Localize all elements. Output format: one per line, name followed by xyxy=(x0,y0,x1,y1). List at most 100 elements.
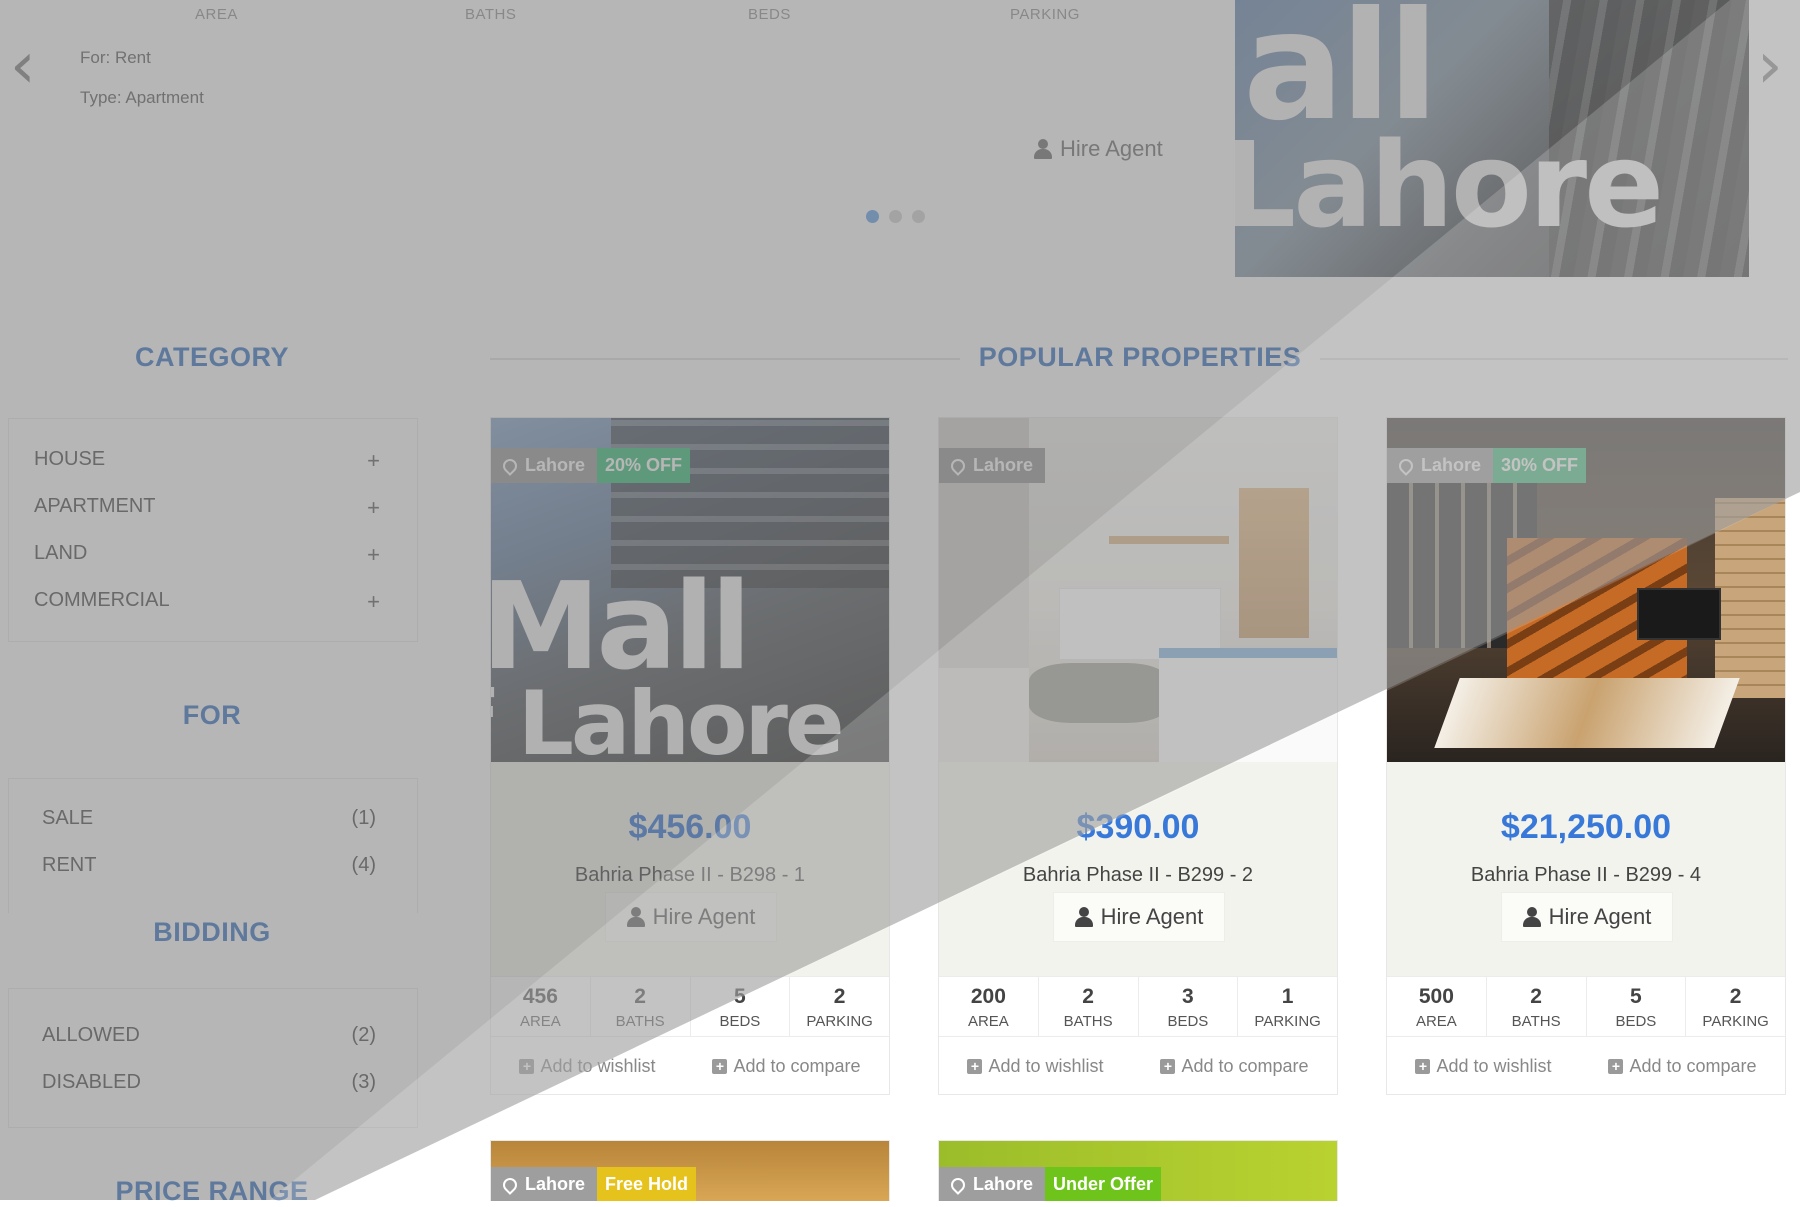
slider-pagination xyxy=(866,210,925,223)
add-to-compare-link[interactable]: + Add to compare xyxy=(1608,1055,1757,1077)
property-name[interactable]: Bahria Phase II - B298 - 1 xyxy=(491,864,889,887)
property-specs: 456 AREA 2 BATHS 5 BEDS 2 PARKING xyxy=(491,976,889,1037)
property-image[interactable]: Lahore Free Hold xyxy=(491,1141,889,1201)
plus-square-icon: + xyxy=(712,1058,728,1074)
for-item-rent[interactable]: RENT (4) xyxy=(42,854,376,877)
spec-value: 2 xyxy=(1729,985,1742,1008)
status-badge: Under Offer xyxy=(1045,1167,1162,1201)
bidding-label: DISABLED xyxy=(42,1071,141,1093)
location-label: Lahore xyxy=(525,455,586,475)
category-item-apartment[interactable]: APARTMENT + xyxy=(34,495,380,521)
slider-hire-agent-button[interactable]: Hire Agent xyxy=(1034,136,1163,162)
spec-label: BATHS xyxy=(1063,1013,1113,1030)
plus-icon[interactable]: + xyxy=(367,495,380,521)
property-price: $21,250.00 xyxy=(1500,808,1672,846)
spec-area: 500 AREA xyxy=(1387,977,1487,1037)
compare-label: Add to compare xyxy=(1629,1055,1757,1076)
for-label: RENT xyxy=(42,854,97,876)
plus-square-icon: + xyxy=(1415,1058,1431,1074)
spec-value: 5 xyxy=(734,985,746,1008)
add-to-wishlist-link[interactable]: + Add to wishlist xyxy=(1415,1056,1552,1077)
for-item-sale[interactable]: SALE (1) xyxy=(42,807,376,830)
spec-label: BEDS xyxy=(1615,1013,1657,1030)
for-label: SALE xyxy=(42,807,94,829)
slider-image-text-2: Lahore xyxy=(1235,116,1664,254)
slider-dot-1[interactable] xyxy=(866,210,879,223)
plus-square-icon: + xyxy=(1608,1058,1624,1074)
spec-label: PARKING xyxy=(1254,1013,1321,1030)
spec-baths: 2 BATHS xyxy=(591,977,691,1037)
slider-dot-3[interactable] xyxy=(912,210,925,223)
hire-agent-button[interactable]: Hire Agent xyxy=(605,892,777,942)
category-item-land[interactable]: LAND + xyxy=(34,542,380,568)
hire-agent-button[interactable]: Hire Agent xyxy=(1501,892,1673,942)
property-actions: + Add to wishlist + Add to compare xyxy=(939,1036,1337,1095)
property-actions: + Add to wishlist + Add to compare xyxy=(1387,1036,1785,1095)
for-title: FOR xyxy=(182,700,242,730)
location-tag: Lahore xyxy=(939,1167,1046,1201)
add-to-compare-link[interactable]: + Add to compare xyxy=(1160,1056,1309,1077)
discount-badge: 20% OFF xyxy=(597,448,691,483)
plus-icon[interactable]: + xyxy=(367,589,380,615)
slider-for-line: For: Rent xyxy=(80,48,151,67)
hire-agent-button[interactable]: Hire Agent xyxy=(1053,892,1225,942)
for-count: (1) xyxy=(351,807,376,829)
category-item-commercial[interactable]: COMMERCIAL + xyxy=(34,589,380,615)
slider-image: all Lahore xyxy=(1235,0,1749,277)
location-label: Lahore xyxy=(973,455,1034,475)
compare-label: Add to compare xyxy=(733,1055,861,1076)
property-image[interactable]: Lahore xyxy=(939,418,1337,762)
map-marker-icon xyxy=(948,455,968,476)
slider-dot-2[interactable] xyxy=(889,210,902,223)
property-image[interactable]: Lahore Under Offer xyxy=(939,1141,1337,1201)
user-icon xyxy=(1034,139,1052,159)
popular-properties-title: POPULAR PROPERTIES xyxy=(960,342,1320,373)
slider-hire-label: Hire Agent xyxy=(1060,136,1163,161)
property-image-text-1: Mall xyxy=(491,558,752,697)
property-price: $390.00 xyxy=(1076,808,1200,846)
spec-value: 456 xyxy=(522,985,558,1008)
user-icon xyxy=(1522,907,1541,927)
property-specs: 500 AREA 2 BATHS 5 BEDS 2 PARKING xyxy=(1387,976,1785,1037)
status-badge: Free Hold xyxy=(597,1167,697,1201)
property-image[interactable]: Mall f Lahore Lahore 20% OFF xyxy=(491,418,889,762)
discount-badge: 30% OFF xyxy=(1493,448,1587,483)
spec-label: AREA xyxy=(967,1013,1009,1030)
add-to-compare-link[interactable]: + Add to compare xyxy=(712,1055,861,1077)
spec-value: 3 xyxy=(1182,985,1194,1008)
property-specs: 200 AREA 2 BATHS 3 BEDS 1 PARKING xyxy=(939,976,1337,1037)
location-label: Lahore xyxy=(973,1174,1034,1194)
category-label: COMMERCIAL xyxy=(34,589,170,611)
spec-beds: 3 BEDS xyxy=(1139,977,1239,1037)
spec-value: 2 xyxy=(1082,985,1094,1008)
property-info: $21,250.00 Bahria Phase II - B299 - 4 Hi… xyxy=(1387,762,1785,976)
category-item-house[interactable]: HOUSE + xyxy=(34,448,380,474)
slider-spec-area: AREA xyxy=(195,6,238,23)
property-name[interactable]: Bahria Phase II - B299 - 4 xyxy=(1387,864,1785,887)
property-tags: Lahore 30% OFF xyxy=(1387,448,1587,483)
plus-icon[interactable]: + xyxy=(367,542,380,568)
chevron-left-icon[interactable]: ‹ xyxy=(10,34,36,98)
bidding-item-allowed[interactable]: ALLOWED (2) xyxy=(42,1024,376,1047)
category-label: APARTMENT xyxy=(34,495,156,517)
spec-parking: 1 PARKING xyxy=(1238,977,1337,1037)
location-tag: Lahore xyxy=(491,448,598,483)
add-to-wishlist-link[interactable]: + Add to wishlist xyxy=(519,1056,656,1077)
chevron-right-icon[interactable]: › xyxy=(1757,34,1783,98)
plus-square-icon: + xyxy=(519,1058,535,1074)
bidding-count: (2) xyxy=(351,1024,376,1046)
property-image[interactable]: Lahore 30% OFF xyxy=(1387,418,1785,762)
slider-type-line: Type: Apartment xyxy=(80,88,204,107)
spec-value: 2 xyxy=(833,985,846,1008)
spec-value: 2 xyxy=(634,985,646,1008)
hire-agent-label: Hire Agent xyxy=(1548,904,1652,929)
property-name[interactable]: Bahria Phase II - B299 - 2 xyxy=(939,864,1337,887)
add-to-wishlist-link[interactable]: + Add to wishlist xyxy=(967,1056,1104,1077)
plus-icon[interactable]: + xyxy=(367,448,380,474)
location-tag: Lahore xyxy=(491,1167,598,1201)
bidding-title: BIDDING xyxy=(153,917,271,947)
location-tag: Lahore xyxy=(939,448,1046,483)
bidding-item-disabled[interactable]: DISABLED (3) xyxy=(42,1071,376,1094)
property-tags: Lahore Under Offer xyxy=(939,1167,1162,1201)
property-actions: + Add to wishlist + Add to compare xyxy=(491,1036,889,1095)
